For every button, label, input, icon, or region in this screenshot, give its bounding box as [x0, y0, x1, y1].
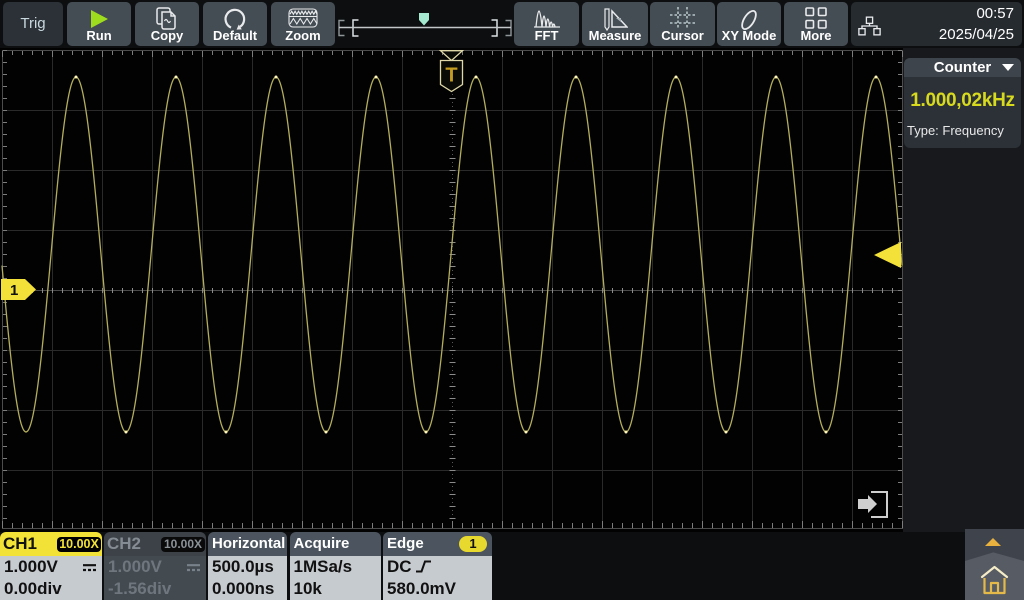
svg-text:T: T — [445, 65, 457, 87]
svg-text:1: 1 — [10, 282, 18, 299]
